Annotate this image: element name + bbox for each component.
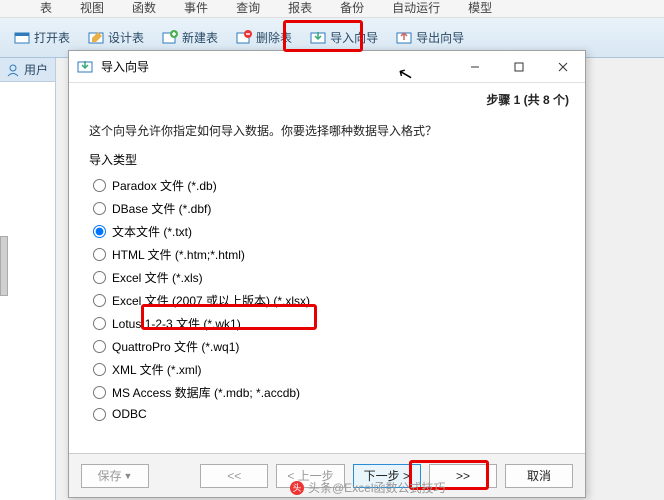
menu-item[interactable]: 表 [26,0,66,17]
export-wizard-button[interactable]: 导出向导 [388,25,472,50]
export-icon [396,30,412,46]
table-design-icon [88,30,104,46]
menu-item[interactable]: 事件 [170,0,222,17]
import-wizard-button[interactable]: 导入向导 [302,25,386,50]
first-button[interactable]: << [200,464,268,488]
radio-odbc[interactable]: ODBC [89,404,565,424]
menu-item[interactable]: 函数 [118,0,170,17]
radio-dbase[interactable]: DBase 文件 (*.dbf) [89,197,565,220]
import-type-group: 导入类型 Paradox 文件 (*.db) DBase 文件 (*.dbf) … [69,145,585,430]
cancel-button[interactable]: 取消 [505,464,573,488]
close-button[interactable] [541,52,585,82]
radio-lotus[interactable]: Lotus 1-2-3 文件 (*.wk1) [89,312,565,335]
wizard-prompt: 这个向导允许你指定如何导入数据。你要选择哪种数据导入格式？ [69,108,585,145]
menu-item[interactable]: 报表 [274,0,326,17]
radio-paradox[interactable]: Paradox 文件 (*.db) [89,174,565,197]
save-button[interactable]: 保存▼ [81,464,149,488]
radio-excel-xls[interactable]: Excel 文件 (*.xls) [89,266,565,289]
radio-html[interactable]: HTML 文件 (*.htm;*.html) [89,243,565,266]
wizard-icon [77,59,93,75]
radio-access[interactable]: MS Access 数据库 (*.mdb; *.accdb) [89,381,565,404]
menu-item[interactable]: 模型 [454,0,506,17]
open-table-button[interactable]: 打开表 [6,25,78,50]
chevron-down-icon: ▼ [124,471,133,481]
side-panel: 用户 [0,58,56,500]
delete-table-button[interactable]: 删除表 [228,25,300,50]
radio-text[interactable]: 文本文件 (*.txt) [89,220,565,243]
import-icon [310,30,326,46]
radio-quattropro[interactable]: QuattroPro 文件 (*.wq1) [89,335,565,358]
minimize-button[interactable] [453,52,497,82]
group-label: 导入类型 [89,151,565,168]
watermark-icon: 头 [290,481,304,495]
design-table-button[interactable]: 设计表 [80,25,152,50]
user-icon [6,63,20,77]
maximize-button[interactable] [497,52,541,82]
side-collapsed-tab[interactable] [0,236,8,296]
watermark: 头 头条@Excel函数公式技巧 [290,479,446,496]
table-delete-icon [236,30,252,46]
radio-excel-xlsx[interactable]: Excel 文件 (2007 或以上版本) (*.xlsx) [89,289,565,312]
import-wizard-dialog: 导入向导 步骤 1 (共 8 个) 这个向导允许你指定如何导入数据。你要选择哪种… [68,50,586,498]
dialog-title: 导入向导 [101,58,453,75]
menu-item[interactable]: 查询 [222,0,274,17]
maximize-icon [514,62,524,72]
menubar: 表 视图 函数 事件 查询 报表 备份 自动运行 模型 [0,0,664,18]
table-open-icon [14,30,30,46]
table-new-icon [162,30,178,46]
close-icon [558,62,568,72]
menu-item[interactable]: 备份 [326,0,378,17]
minimize-icon [470,62,480,72]
new-table-button[interactable]: 新建表 [154,25,226,50]
menu-item[interactable]: 视图 [66,0,118,17]
side-tab-user[interactable]: 用户 [0,58,55,82]
step-indicator: 步骤 1 (共 8 个) [69,83,585,108]
titlebar: 导入向导 [69,51,585,83]
menu-item[interactable]: 自动运行 [378,0,454,17]
radio-xml[interactable]: XML 文件 (*.xml) [89,358,565,381]
